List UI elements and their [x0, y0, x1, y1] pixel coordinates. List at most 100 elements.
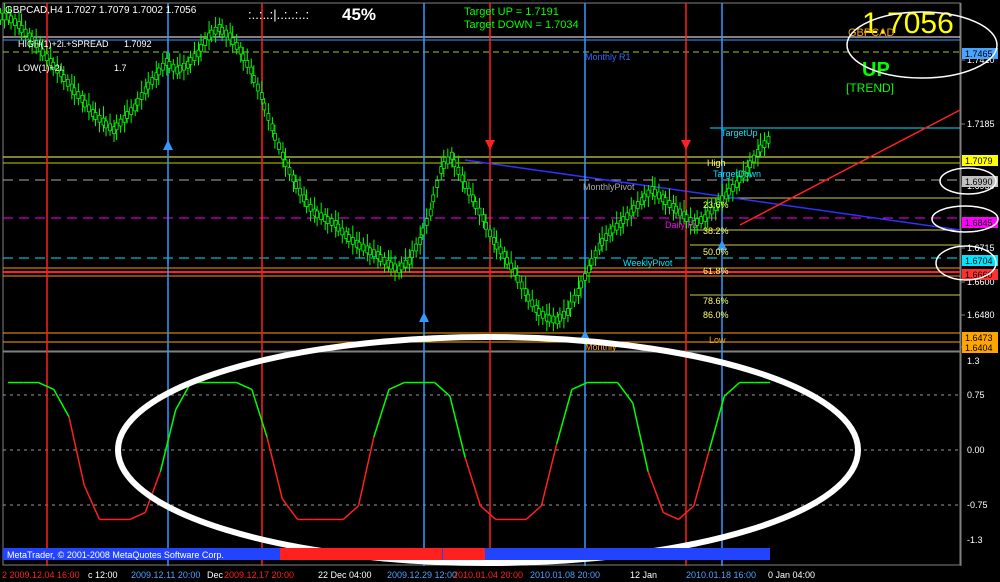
fib-level: 50.0% [703, 247, 729, 257]
candle-body [129, 107, 134, 116]
candle-body [19, 25, 24, 33]
price-badges: 1.74651.70791.69901.68451.67041.66601.64… [962, 48, 998, 353]
time-axis-label: 2009.12.17 20:00 [224, 570, 294, 580]
candle-body [209, 29, 214, 38]
candle-body [494, 241, 499, 250]
candle-body [262, 102, 267, 111]
candle-body [452, 159, 457, 168]
price-badge-label: 1.6404 [965, 343, 993, 353]
time-axis-label: 12 Jan [630, 570, 657, 580]
candle-body [678, 208, 682, 217]
candle-body [530, 299, 535, 308]
price-badge-label: 1.7079 [965, 156, 993, 166]
candle-body [93, 112, 98, 120]
candle-body [621, 216, 626, 224]
candle-body [762, 140, 767, 148]
candle-body [752, 154, 756, 163]
candle-body [428, 208, 433, 217]
candle-body [255, 83, 260, 92]
candle-body [329, 218, 334, 226]
candle-body [410, 250, 415, 258]
candle-body [399, 262, 404, 271]
candle-body [505, 256, 510, 265]
candle-body [614, 222, 619, 231]
candle-body [583, 273, 587, 281]
candle-body [515, 274, 520, 283]
candle-body [336, 223, 341, 232]
label-monthly-pivot: MonthlyPivot [583, 182, 635, 192]
fib-level: 78.6% [703, 296, 729, 306]
signal-strip-blue [685, 548, 770, 560]
candle-body [270, 123, 275, 132]
fib-level: 61.8% [703, 266, 729, 276]
candle-body [304, 199, 309, 207]
candle-body [357, 241, 362, 250]
candle-body [389, 261, 393, 270]
candle-body [667, 200, 672, 208]
candle-body [192, 53, 197, 62]
candle-body [273, 132, 277, 141]
candle-body [484, 221, 488, 230]
candle-body [230, 37, 235, 45]
candle-body [361, 243, 366, 252]
oscillator-pane [2, 351, 961, 566]
indicator-value: 1.7092 [124, 39, 152, 49]
target-down-text: Target DOWN = 1.7034 [464, 19, 579, 31]
candle-body [340, 227, 345, 236]
candle-body [259, 92, 264, 100]
candle-body [509, 262, 514, 271]
candle-body [281, 151, 285, 160]
candle-body [589, 257, 594, 266]
time-axis-label: 2009.12.29 12:00 [387, 570, 457, 580]
price-badge-label: 1.7465 [965, 49, 993, 59]
indicator-label: HIGH(1)+2i.+SPREAD [18, 39, 109, 49]
candle-body [350, 237, 355, 245]
oscillator-tick-label: -1.3 [967, 535, 983, 545]
low-indicator-value: 1.7 [114, 63, 127, 73]
candle-body [171, 63, 176, 72]
candle-body [705, 210, 710, 219]
symbol-info: GBPCAD,H4 1.7027 1.7079 1.7002 1.7056 [5, 5, 197, 16]
fib-level: 23.6% [703, 200, 729, 210]
candle-body [283, 159, 288, 168]
candle-body [114, 122, 119, 131]
candle-body [65, 78, 70, 87]
candle-body [730, 184, 735, 192]
candle-body [748, 160, 752, 169]
candle-body [393, 263, 397, 272]
candle-body [540, 310, 545, 319]
label-high: High [707, 158, 726, 168]
time-axis-label: 22 Dec 04:00 [318, 570, 372, 580]
candle-body [477, 207, 482, 216]
price-badge-label: 1.6473 [965, 333, 993, 343]
candle-body [587, 265, 591, 274]
candle-body [600, 238, 605, 246]
chart-canvas[interactable]: GBPCAD,H4 1.7027 1.7079 1.7002 1.7056 :.… [0, 0, 1000, 582]
candle-body [758, 144, 763, 153]
candle-body [435, 180, 440, 188]
candle-body [241, 53, 246, 62]
candle-body [104, 120, 108, 129]
candle-body [403, 259, 408, 268]
candle-body [61, 74, 66, 82]
candle-body [513, 268, 518, 276]
price-axis: 1.74201.71851.69501.67151.66001.64801.63… [961, 55, 995, 352]
candle-body [125, 111, 130, 119]
candle-body [407, 256, 412, 265]
candle-body [245, 60, 250, 68]
candle-body [83, 99, 87, 108]
candle-body [378, 254, 383, 262]
candle-body [653, 188, 657, 197]
candle-body [319, 212, 324, 221]
oscillator-tick-label: 1.3 [967, 356, 980, 366]
oscillator-tick-label: 0.00 [967, 445, 985, 455]
fib-level: 38.2% [703, 226, 729, 236]
label-daily-pivot: Daily Pi [665, 220, 696, 230]
candle-body [372, 249, 376, 258]
candle-body [610, 225, 615, 234]
candle-body [481, 214, 486, 222]
candle-body [674, 205, 678, 214]
candle-body [547, 314, 552, 323]
signal-strip-red [443, 548, 485, 560]
candle-body [150, 77, 155, 85]
